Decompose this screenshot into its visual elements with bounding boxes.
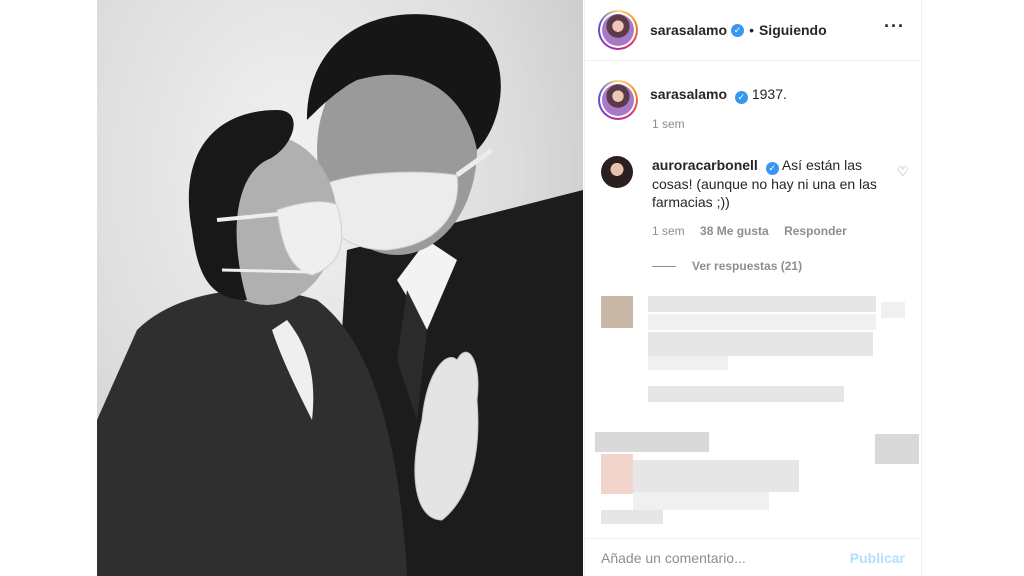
blurred-text	[595, 432, 709, 452]
blurred-meta	[648, 386, 844, 402]
comment-composer: Publicar	[585, 538, 921, 576]
post-photo[interactable]	[97, 0, 583, 576]
blurred-avatar	[601, 454, 633, 494]
following-button[interactable]: Siguiendo	[759, 22, 827, 38]
blurred-meta	[601, 510, 663, 524]
comment-likes[interactable]: 38 Me gusta	[700, 224, 769, 238]
more-options-icon[interactable]: ···	[884, 16, 905, 37]
caption: sarasalamo ✓ 1937.	[598, 80, 787, 120]
blurred-text	[648, 296, 876, 312]
author-avatar[interactable]	[598, 10, 638, 50]
caption-author-avatar[interactable]	[598, 80, 638, 120]
blurred-heart	[881, 302, 905, 318]
blurred-text	[633, 492, 769, 510]
caption-timestamp[interactable]: 1 sem	[652, 117, 685, 131]
replies-divider	[652, 265, 676, 267]
comment-timestamp[interactable]: 1 sem	[652, 224, 685, 238]
blurred-text	[648, 314, 876, 330]
comment-meta: 1 sem 38 Me gusta Responder	[652, 224, 859, 238]
blurred-avatar	[601, 296, 633, 328]
kissing-couple-masks-image	[97, 14, 583, 576]
verified-badge-icon: ✓	[731, 23, 745, 37]
post-header: sarasalamo ✓ • Siguiendo ···	[585, 0, 921, 61]
post-side-panel: sarasalamo ✓ • Siguiendo ··· sarasalamo …	[584, 0, 922, 576]
commenter-username[interactable]: auroracarbonell	[652, 157, 758, 173]
blurred-text	[633, 460, 799, 492]
separator-dot: •	[749, 22, 754, 38]
add-comment-input[interactable]	[601, 549, 850, 566]
view-replies-label: Ver respuestas (21)	[692, 259, 803, 273]
blurred-text	[648, 332, 873, 356]
caption-username[interactable]: sarasalamo	[650, 86, 727, 102]
verified-badge-icon: ✓	[765, 162, 779, 175]
reply-button[interactable]: Responder	[784, 224, 847, 238]
view-replies-button[interactable]: Ver respuestas (21)	[652, 259, 802, 273]
verified-badge-icon: ✓	[734, 91, 748, 104]
commenter-avatar[interactable]	[601, 156, 633, 188]
author-username[interactable]: sarasalamo	[650, 22, 727, 38]
publish-button[interactable]: Publicar	[850, 550, 905, 566]
like-heart-icon[interactable]: ♡	[897, 164, 909, 180]
blurred-heart	[875, 434, 919, 464]
caption-text: 1937.	[751, 86, 787, 102]
blurred-text	[648, 356, 728, 370]
